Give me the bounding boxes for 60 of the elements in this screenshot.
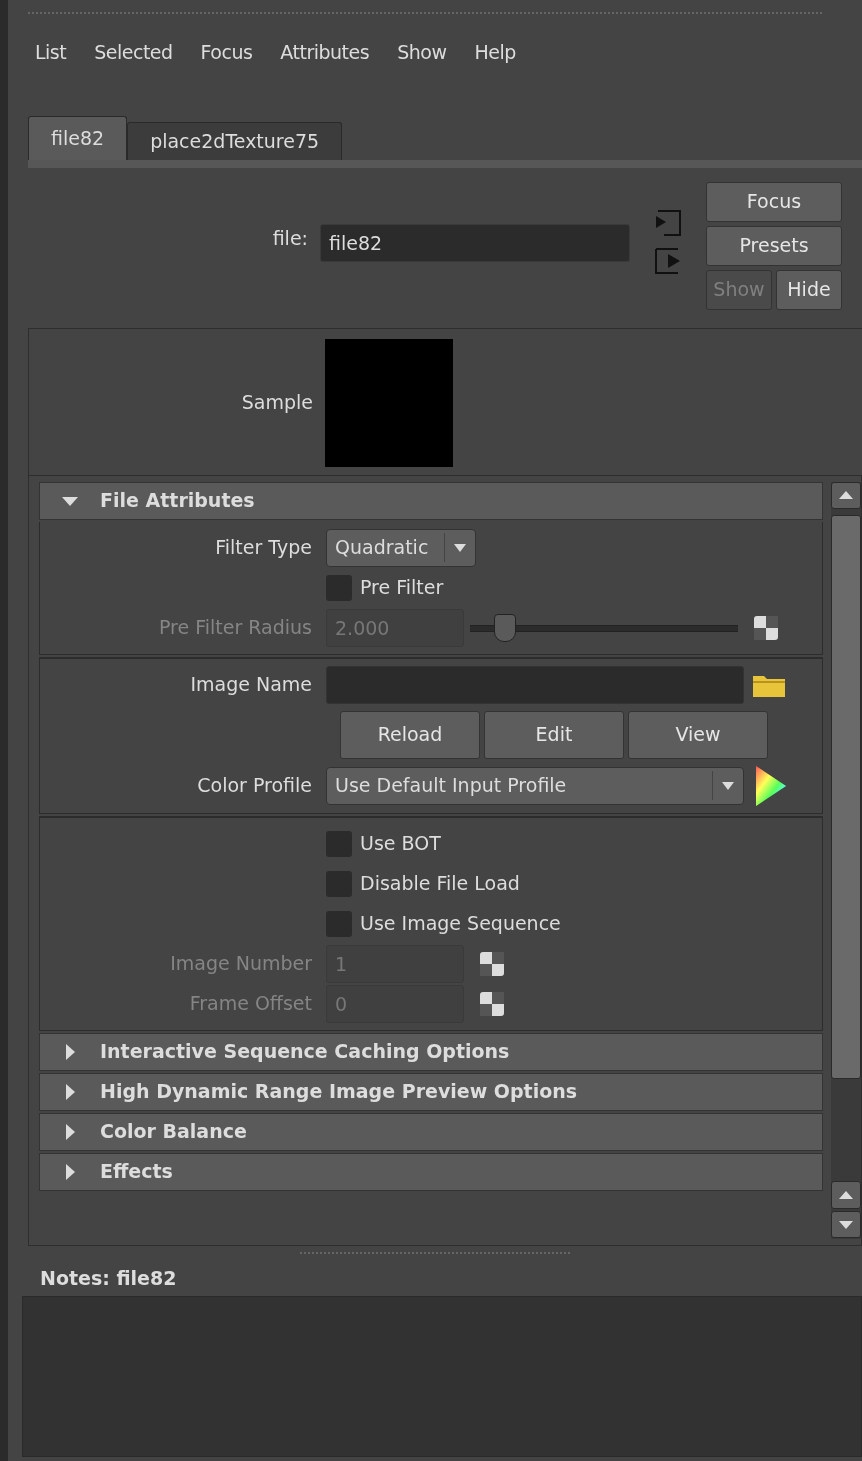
checkbox-label: Disable File Load <box>360 871 520 897</box>
checkbox[interactable] <box>326 910 352 937</box>
field-label: Pre Filter Radius <box>157 615 313 641</box>
checkbox-label: Use Image Sequence <box>360 911 561 937</box>
up-arrow-icon <box>838 490 854 501</box>
section-title: High Dynamic Range Image Preview Options <box>100 1079 578 1105</box>
up-arrow-icon <box>838 1189 854 1200</box>
color-wheel-icon[interactable] <box>754 764 788 807</box>
field-label: Filter Type <box>214 535 313 561</box>
field-label: Image Number <box>169 951 313 977</box>
notes-field[interactable] <box>22 1296 862 1457</box>
scroll-up-button[interactable] <box>831 1180 861 1209</box>
checker-map-icon[interactable] <box>480 951 504 976</box>
checker-map-icon[interactable] <box>754 615 778 640</box>
input-connection-icon[interactable] <box>654 209 682 236</box>
checkbox[interactable] <box>326 574 352 601</box>
menu-item[interactable]: Focus <box>200 38 253 100</box>
checkbox-label: Pre Filter <box>360 575 444 601</box>
checker-map-icon[interactable] <box>480 991 504 1016</box>
section-header[interactable]: Effects <box>39 1152 823 1191</box>
menu-item[interactable]: Help <box>474 38 516 100</box>
sample-label: Sample <box>240 390 314 416</box>
dropdown[interactable]: Quadratic <box>326 528 477 567</box>
down-arrow-icon <box>838 1219 854 1230</box>
tab[interactable]: file82 <box>28 116 128 160</box>
field-label: file: <box>271 225 309 251</box>
action-button[interactable]: View <box>628 710 768 759</box>
field-label: Image Name <box>189 672 313 698</box>
menu-item[interactable]: Selected <box>94 38 173 100</box>
section-header[interactable]: Interactive Sequence Caching Options <box>39 1032 823 1071</box>
dropdown[interactable]: Use Default Input Profile <box>326 766 744 805</box>
section-header[interactable]: Color Balance <box>39 1112 823 1151</box>
checkbox[interactable] <box>326 830 352 857</box>
scroll-up-button[interactable] <box>831 481 861 510</box>
side-button[interactable]: Hide <box>776 269 842 310</box>
notes-label: Notes: file82 <box>39 1265 178 1291</box>
file-path-field[interactable] <box>326 665 744 704</box>
scrollbar-thumb[interactable] <box>831 515 861 1079</box>
section-title: Interactive Sequence Caching Options <box>100 1039 510 1065</box>
scroll-down-button[interactable] <box>831 1210 861 1239</box>
section-title: Effects <box>100 1159 173 1185</box>
node-name-field[interactable]: file82 <box>320 223 630 262</box>
section-title: File Attributes <box>100 488 255 514</box>
caret-icon <box>721 780 735 791</box>
side-button[interactable]: Presets <box>706 225 842 266</box>
menu-item[interactable]: Attributes <box>280 38 370 100</box>
checkbox[interactable] <box>326 870 352 897</box>
action-button[interactable]: Edit <box>484 710 624 759</box>
section-title: Color Balance <box>100 1119 247 1145</box>
action-button[interactable]: Reload <box>340 710 480 759</box>
menu-item[interactable]: Show <box>397 38 447 100</box>
section-header[interactable]: File Attributes <box>39 481 823 520</box>
field-label: Frame Offset <box>188 991 313 1017</box>
tab[interactable]: place2dTexture75 <box>127 122 343 160</box>
side-button[interactable]: Focus <box>706 181 842 222</box>
caret-icon <box>453 542 468 553</box>
section-header[interactable]: High Dynamic Range Image Preview Options <box>39 1072 823 1111</box>
checkbox-label: Use BOT <box>360 831 441 857</box>
menu-item[interactable]: List <box>35 38 67 100</box>
field-label: Color Profile <box>196 773 313 799</box>
